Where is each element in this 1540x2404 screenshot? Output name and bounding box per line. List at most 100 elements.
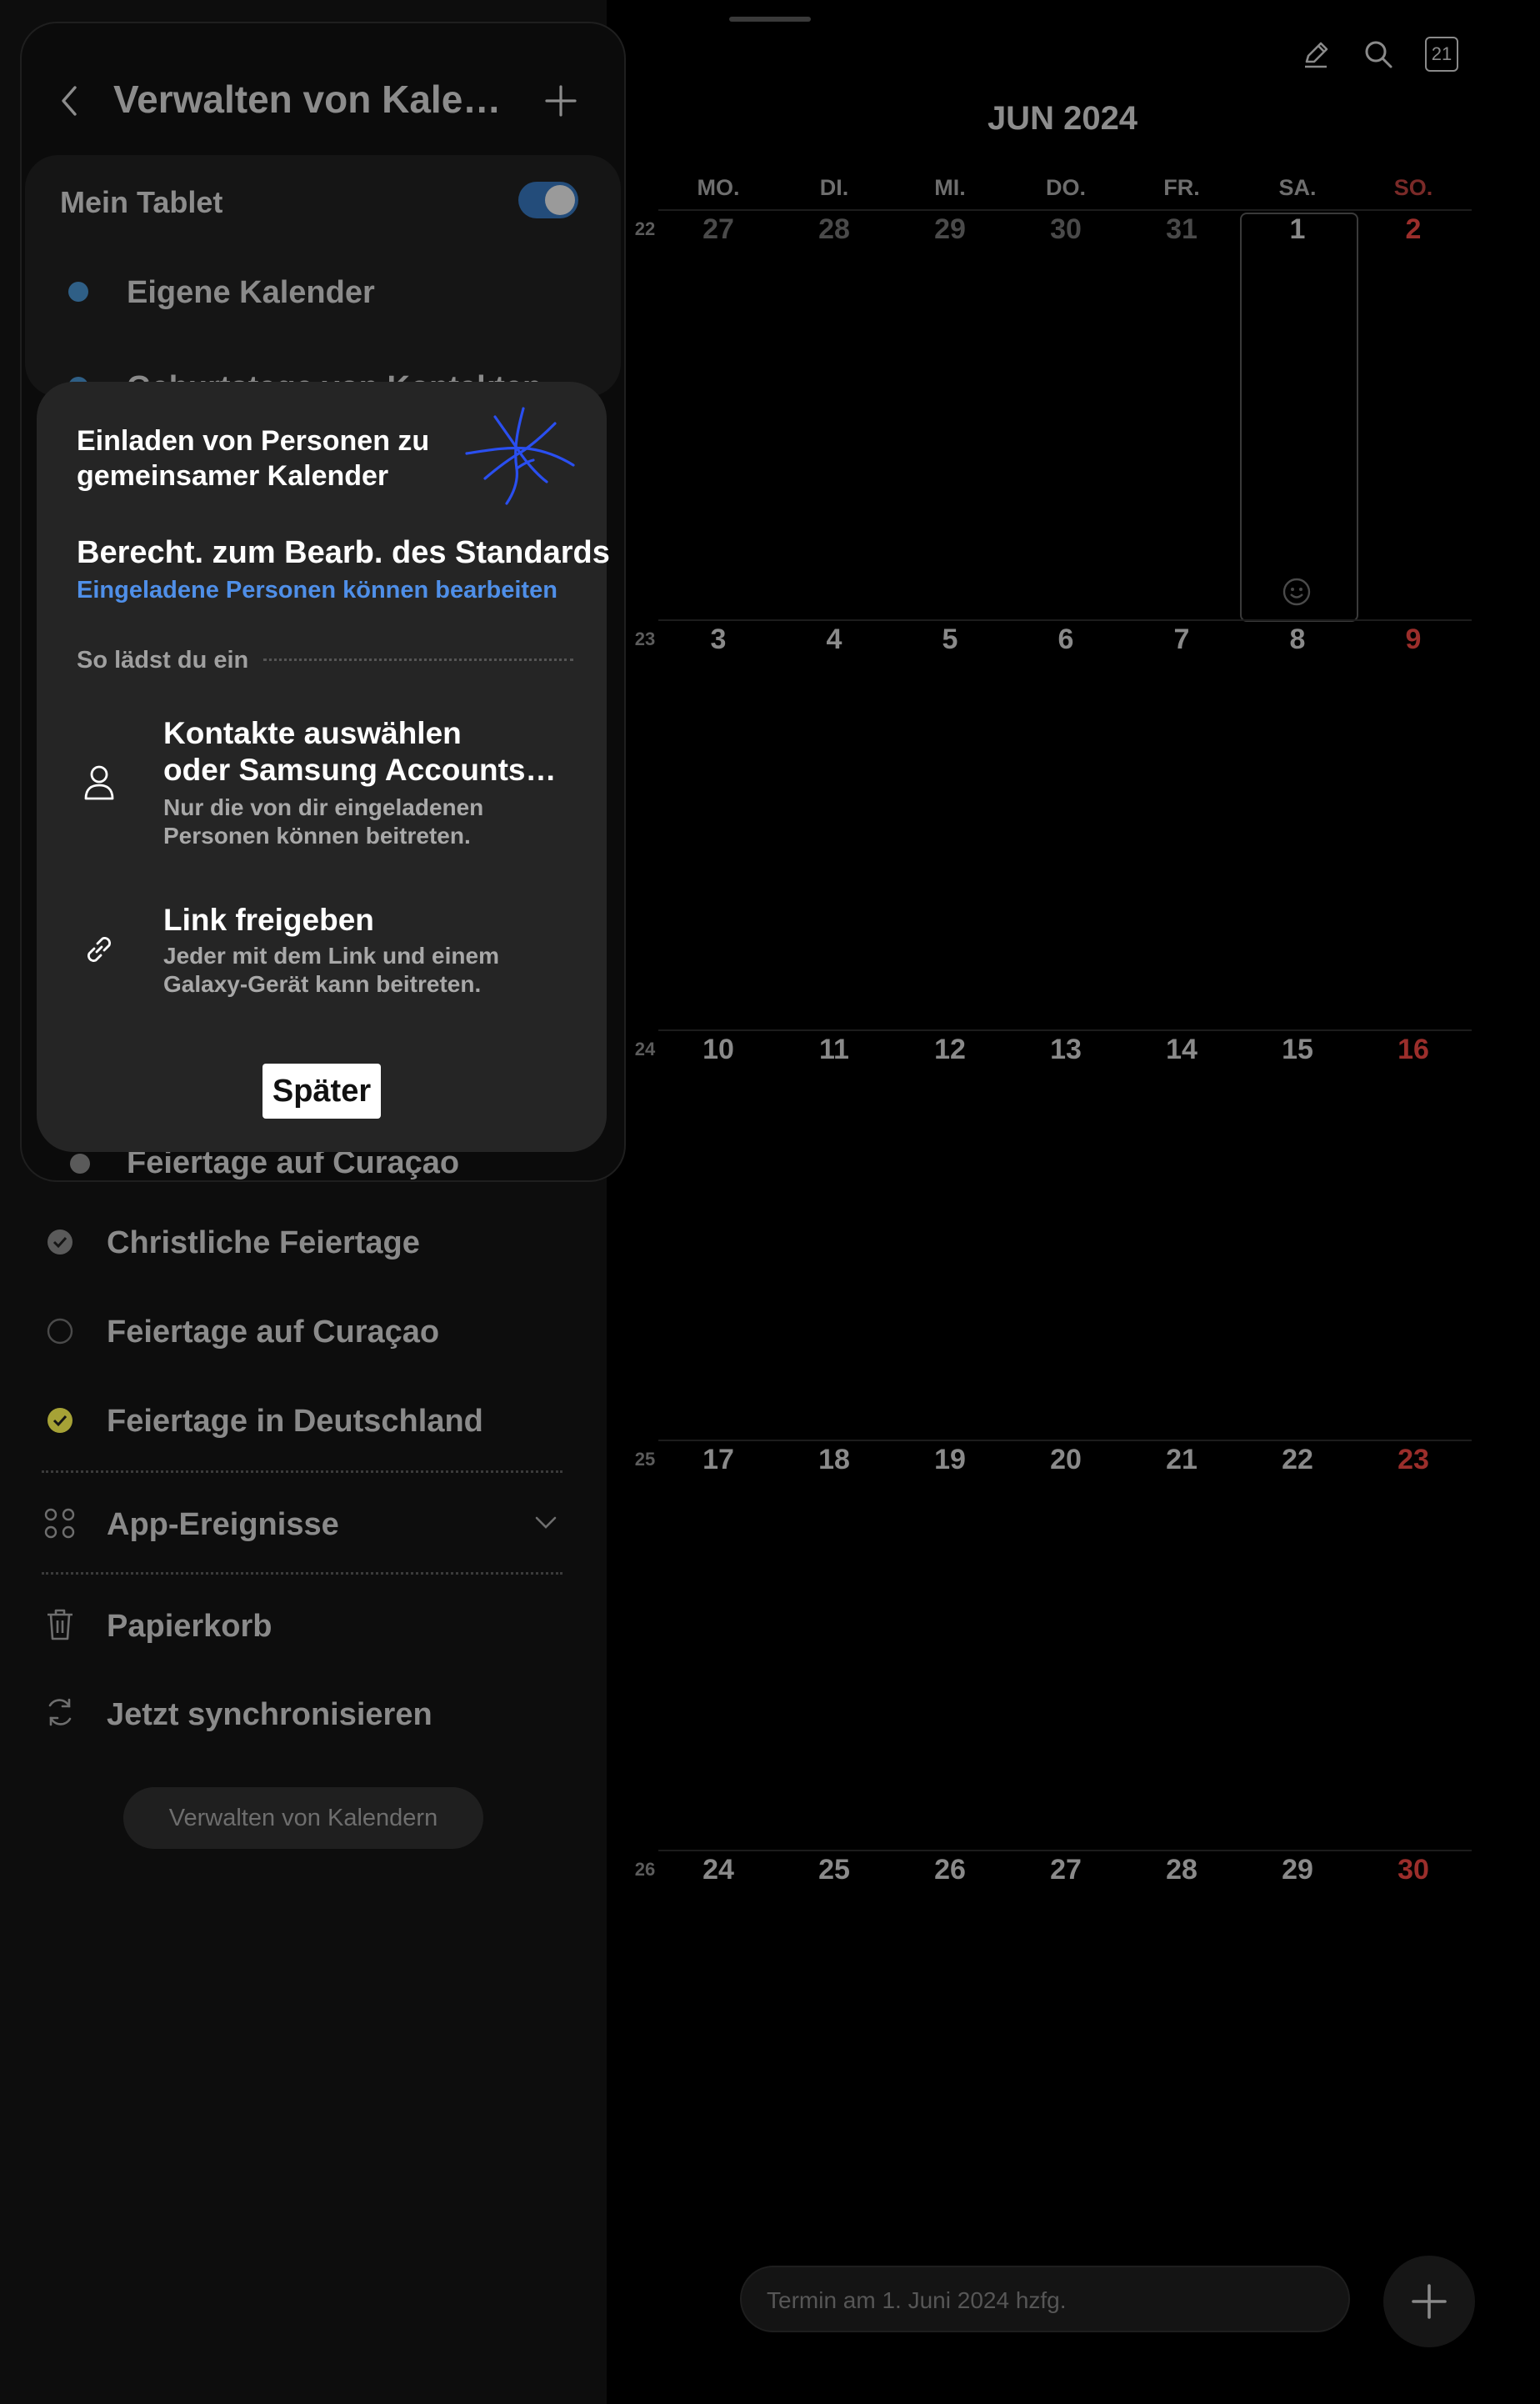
day-cell[interactable]: 3 xyxy=(668,624,768,656)
day-cell[interactable]: 26 xyxy=(900,1854,1000,1886)
day-cell[interactable]: 14 xyxy=(1132,1034,1232,1066)
day-cell[interactable]: 1 xyxy=(1248,213,1348,246)
week-number: 25 xyxy=(634,1449,656,1470)
day-cell[interactable]: 13 xyxy=(1016,1034,1116,1066)
day-cell[interactable]: 18 xyxy=(784,1444,884,1476)
share-link-option[interactable]: Link freigeben Jeder mit dem Link und ei… xyxy=(163,902,563,999)
day-cell[interactable]: 28 xyxy=(784,213,884,246)
day-cell[interactable]: 31 xyxy=(1132,213,1232,246)
holiday-germany[interactable]: Feiertage in Deutschland xyxy=(107,1404,483,1440)
option-description: Nur die von dir eingeladenen Personen kö… xyxy=(163,794,484,849)
week-number: 23 xyxy=(634,629,656,649)
drag-handle[interactable] xyxy=(729,17,811,22)
later-button[interactable]: Später xyxy=(262,1064,381,1119)
person-icon xyxy=(80,762,118,804)
day-cell[interactable]: 27 xyxy=(1016,1854,1116,1886)
pencil-icon[interactable] xyxy=(1300,38,1332,70)
week-number: 26 xyxy=(634,1859,656,1880)
permission-value[interactable]: Eingeladene Personen können bearbeiten xyxy=(77,577,558,604)
weekday-mon: MO. xyxy=(697,175,740,200)
search-icon[interactable] xyxy=(1362,38,1394,70)
day-cell[interactable]: 8 xyxy=(1248,624,1348,656)
how-to-invite-label: So lädst du ein xyxy=(77,647,249,674)
option-description: Jeder mit dem Link und einem Galaxy-Gerä… xyxy=(163,943,499,997)
week-number: 24 xyxy=(634,1039,656,1059)
link-icon xyxy=(80,930,118,969)
option-title: Link freigeben xyxy=(163,903,374,937)
day-cell[interactable]: 5 xyxy=(900,624,1000,656)
plus-icon xyxy=(1412,2284,1447,2319)
app-events-label[interactable]: App-Ereignisse xyxy=(107,1507,339,1543)
divider xyxy=(42,1572,562,1575)
holiday-curacao[interactable]: Feiertage auf Curaçao xyxy=(107,1315,439,1350)
weekday-sun: SO. xyxy=(1393,175,1433,200)
day-cell[interactable]: 27 xyxy=(668,213,768,246)
invite-contacts-option[interactable]: Kontakte auswählen oder Samsung Accounts… xyxy=(163,715,563,850)
option-title: oder Samsung Accounts hinzufügen xyxy=(163,753,563,787)
week-divider xyxy=(658,1850,1472,1851)
signature-scribble xyxy=(463,402,577,508)
sync-label[interactable]: Jetzt synchronisieren xyxy=(107,1697,432,1733)
week-divider xyxy=(658,209,1472,211)
checked-circle-icon[interactable] xyxy=(47,1407,73,1434)
dialog-title: Einladen von Personen zu gemeinsamer Kal… xyxy=(77,425,430,492)
day-cell[interactable]: 6 xyxy=(1016,624,1116,656)
day-cell[interactable]: 23 xyxy=(1363,1444,1463,1476)
back-arrow-icon[interactable] xyxy=(57,83,83,118)
day-cell[interactable]: 30 xyxy=(1363,1854,1463,1886)
day-cell[interactable]: 11 xyxy=(784,1034,884,1066)
day-cell[interactable]: 28 xyxy=(1132,1854,1232,1886)
add-calendar-icon[interactable] xyxy=(543,83,578,118)
manage-calendars-button[interactable]: Verwalten von Kalendern xyxy=(123,1787,483,1849)
day-cell[interactable]: 21 xyxy=(1132,1444,1232,1476)
day-cell[interactable]: 25 xyxy=(784,1854,884,1886)
day-cell[interactable]: 4 xyxy=(784,624,884,656)
option-title: Kontakte auswählen xyxy=(163,716,462,750)
day-cell[interactable]: 15 xyxy=(1248,1034,1348,1066)
chevron-down-icon[interactable] xyxy=(533,1512,558,1532)
day-cell[interactable]: 2 xyxy=(1363,213,1463,246)
day-cell[interactable]: 9 xyxy=(1363,624,1463,656)
divider xyxy=(263,659,573,661)
my-tablet-toggle[interactable] xyxy=(518,182,578,218)
holiday-christian[interactable]: Christliche Feiertage xyxy=(107,1225,420,1261)
day-cell[interactable]: 30 xyxy=(1016,213,1116,246)
day-cell[interactable]: 29 xyxy=(1248,1854,1348,1886)
week-divider xyxy=(658,1440,1472,1441)
calendar-color-dot xyxy=(68,282,88,302)
today-cell[interactable] xyxy=(1240,213,1358,622)
smiley-icon xyxy=(1282,577,1312,607)
quick-add-input[interactable]: Termin am 1. Juni 2024 hzfg. xyxy=(740,2266,1350,2332)
day-cell[interactable]: 12 xyxy=(900,1034,1000,1066)
weekday-tue: DI. xyxy=(819,175,849,200)
weekday-wed: MI. xyxy=(934,175,966,200)
today-date: 21 xyxy=(1431,43,1452,64)
my-tablet-label: Mein Tablet xyxy=(60,185,223,219)
weekday-fri: FR. xyxy=(1163,175,1200,200)
month-title: JUN 2024 xyxy=(987,100,1138,137)
apps-grid-icon xyxy=(43,1507,77,1540)
calendar-color-dot xyxy=(70,1154,90,1174)
day-cell[interactable]: 7 xyxy=(1132,624,1232,656)
week-divider xyxy=(658,619,1472,621)
calendar-item-own[interactable]: Eigene Kalender xyxy=(127,275,375,311)
trash-icon xyxy=(45,1607,75,1642)
day-cell[interactable]: 22 xyxy=(1248,1444,1348,1476)
trash-label[interactable]: Papierkorb xyxy=(107,1609,272,1645)
day-cell[interactable]: 17 xyxy=(668,1444,768,1476)
weekday-thu: DO. xyxy=(1045,175,1086,200)
divider xyxy=(42,1470,562,1473)
page-title: Verwalten von Kalendern xyxy=(113,78,522,121)
week-divider xyxy=(658,1029,1472,1031)
day-cell[interactable]: 16 xyxy=(1363,1034,1463,1066)
unchecked-circle-icon[interactable] xyxy=(47,1318,73,1345)
checked-circle-icon[interactable] xyxy=(47,1229,73,1255)
day-cell[interactable]: 10 xyxy=(668,1034,768,1066)
add-event-button[interactable] xyxy=(1383,2256,1475,2347)
day-cell[interactable]: 19 xyxy=(900,1444,1000,1476)
day-cell[interactable]: 29 xyxy=(900,213,1000,246)
today-button[interactable]: 21 xyxy=(1425,37,1458,72)
day-cell[interactable]: 20 xyxy=(1016,1444,1116,1476)
permission-title[interactable]: Berecht. zum Bearb. des Standards xyxy=(77,535,610,571)
day-cell[interactable]: 24 xyxy=(668,1854,768,1886)
